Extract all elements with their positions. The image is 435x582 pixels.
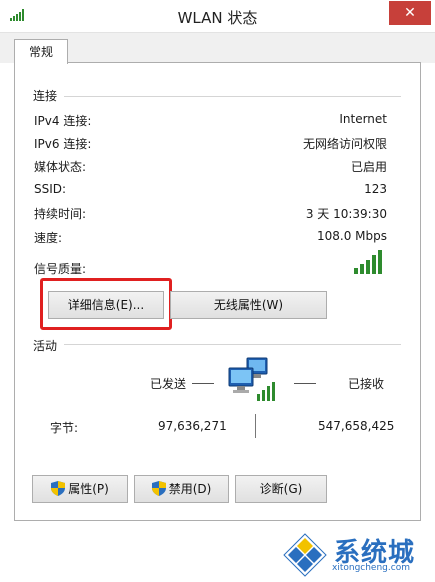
tab-general[interactable]: 常规: [14, 39, 68, 64]
received-dash: [294, 383, 316, 384]
row-label: IPv6 连接:: [34, 137, 92, 151]
info-row-speed: 速度: 108.0 Mbps: [34, 229, 387, 247]
properties-button[interactable]: 属性(P): [32, 475, 128, 503]
shield-icon: [151, 481, 166, 496]
diagnose-button[interactable]: 诊断(G): [235, 475, 327, 503]
activity-section-label: 活动: [33, 337, 64, 354]
info-row-ipv6: IPv6 连接: 无网络访问权限: [34, 135, 387, 153]
row-label: 持续时间:: [34, 207, 87, 221]
windows-logo-icon: [283, 533, 327, 577]
row-value: 已启用: [350, 160, 387, 174]
title-bar: WLAN 状态 ✕: [0, 0, 435, 33]
details-button[interactable]: 详细信息(E)...: [48, 291, 164, 319]
row-label: 速度:: [34, 231, 63, 245]
row-value: 3 天 10:39:30: [305, 207, 387, 221]
properties-button-label: 属性(P): [68, 482, 109, 496]
connection-section-label: 连接: [33, 87, 64, 104]
row-value: Internet: [339, 112, 387, 126]
watermark-url: xitongcheng.com: [332, 563, 410, 573]
info-row-media-state: 媒体状态: 已启用: [34, 158, 387, 176]
bytes-sent: 97,636,271: [158, 419, 227, 433]
network-computers-icon: [228, 357, 275, 401]
bytes-label: 字节:: [50, 421, 79, 435]
info-row-ipv4: IPv4 连接: Internet: [34, 112, 387, 130]
row-label: IPv4 连接:: [34, 114, 92, 128]
tab-strip: 常规: [0, 33, 435, 64]
sent-dash: [192, 383, 214, 384]
disable-button-label: 禁用(D): [168, 482, 212, 496]
row-value: 108.0 Mbps: [316, 229, 387, 243]
info-row-duration: 持续时间: 3 天 10:39:30: [34, 205, 387, 223]
row-label: 信号质量:: [34, 262, 87, 276]
watermark: 系统城 xitongcheng.com: [282, 530, 432, 580]
close-button[interactable]: ✕: [389, 1, 431, 25]
info-row-signal: 信号质量:: [34, 260, 387, 278]
bytes-separator: [255, 414, 256, 438]
connection-divider: [64, 96, 401, 97]
row-value: 无网络访问权限: [302, 137, 387, 151]
disable-button[interactable]: 禁用(D): [134, 475, 229, 503]
row-value: 123: [364, 182, 387, 196]
sent-label: 已发送: [150, 377, 187, 391]
bytes-received: 547,658,425: [318, 419, 395, 433]
wireless-properties-button[interactable]: 无线属性(W): [170, 291, 327, 319]
row-label: 媒体状态:: [34, 160, 87, 174]
info-row-ssid: SSID: 123: [34, 182, 387, 200]
activity-divider: [64, 344, 401, 345]
shield-icon: [51, 481, 66, 496]
row-label: SSID:: [34, 182, 67, 196]
received-label: 已接收: [348, 377, 385, 391]
window-title: WLAN 状态: [177, 9, 258, 27]
signal-quality-icon: [354, 250, 382, 274]
